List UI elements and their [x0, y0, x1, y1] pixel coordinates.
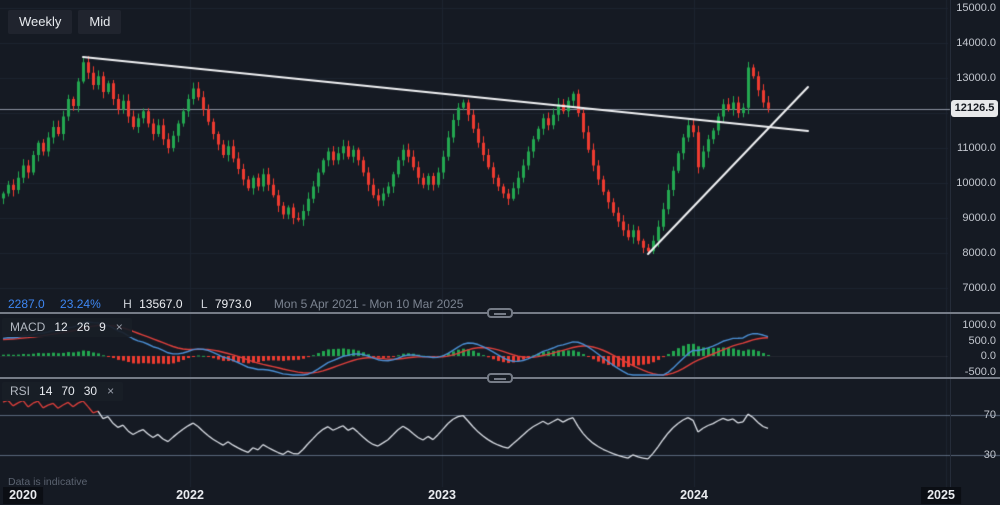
price-chart-canvas[interactable]	[0, 0, 1000, 313]
price-axis[interactable]: 15000.014000.013000.012000.011000.010000…	[950, 0, 1000, 487]
rsi-axis-label: 30	[984, 448, 996, 462]
time-axis-label: 2024	[674, 487, 714, 504]
macd-axis-label: 500.0	[968, 334, 996, 348]
rsi-label: RSI	[10, 385, 30, 397]
range-stats-bar: 2287.0 23.24% H 13567.0 L 7973.0 Mon 5 A…	[8, 296, 463, 311]
price-axis-label: 9000.0	[962, 211, 996, 225]
macd-panel-canvas[interactable]	[0, 314, 1000, 377]
time-axis[interactable]: 2020 2022 2023 2024 2025	[0, 487, 1000, 505]
macd-slow-param: 26	[77, 321, 90, 333]
macd-indicator-legend: MACD 12 26 9 ×	[2, 318, 132, 337]
macd-axis-label: 1000.0	[962, 318, 996, 332]
time-axis-label: 2023	[422, 487, 462, 504]
rsi-overbought-param: 70	[61, 385, 74, 397]
macd-fast-param: 12	[54, 321, 67, 333]
macd-signal-param: 9	[99, 321, 106, 333]
price-axis-label: 14000.0	[956, 36, 996, 50]
data-indicative-note: Data is indicative	[8, 476, 87, 488]
price-axis-label: 8000.0	[962, 246, 996, 260]
range-change-percent: 23.24%	[60, 297, 101, 311]
range-low-label: L	[201, 297, 208, 311]
rsi-oversold-param: 30	[84, 385, 97, 397]
price-axis-label: 15000.0	[956, 1, 996, 15]
rsi-close-icon[interactable]: ×	[107, 385, 114, 397]
last-price-badge: 12126.5	[951, 100, 998, 117]
rsi-period-param: 14	[39, 385, 52, 397]
macd-axis-label: 0.0	[981, 349, 996, 363]
macd-panel-resize-divider[interactable]	[0, 312, 1000, 314]
price-axis-label: 10000.0	[956, 176, 996, 190]
range-dates: Mon 5 Apr 2021 - Mon 10 Mar 2025	[274, 297, 463, 311]
time-axis-label: 2022	[170, 487, 210, 504]
price-axis-label: 11000.0	[957, 141, 996, 155]
macd-close-icon[interactable]: ×	[116, 321, 123, 333]
panel-resize-handle[interactable]	[487, 373, 513, 383]
price-axis-label: 7000.0	[962, 281, 996, 295]
macd-label: MACD	[10, 321, 45, 333]
range-high-label: H	[123, 297, 132, 311]
rsi-indicator-legend: RSI 14 70 30 ×	[2, 382, 123, 401]
time-axis-label: 2020	[3, 487, 43, 504]
timeframe-button[interactable]: Weekly	[8, 10, 72, 34]
price-type-button[interactable]: Mid	[78, 10, 121, 34]
rsi-panel-resize-divider[interactable]	[0, 377, 1000, 379]
rsi-axis-label: 70	[984, 408, 996, 422]
panel-resize-handle[interactable]	[487, 308, 513, 318]
trading-chart-window: Weekly Mid 2287.0 23.24% H 13567.0 L 797…	[0, 0, 1000, 505]
time-axis-label: 2025	[921, 487, 961, 504]
rsi-panel-canvas[interactable]	[0, 379, 1000, 487]
range-low-value: 7973.0	[215, 297, 252, 311]
range-high-value: 13567.0	[139, 297, 182, 311]
chart-toolbar: Weekly Mid	[8, 10, 121, 34]
price-axis-label: 13000.0	[956, 71, 996, 85]
range-change-value: 2287.0	[8, 297, 45, 311]
